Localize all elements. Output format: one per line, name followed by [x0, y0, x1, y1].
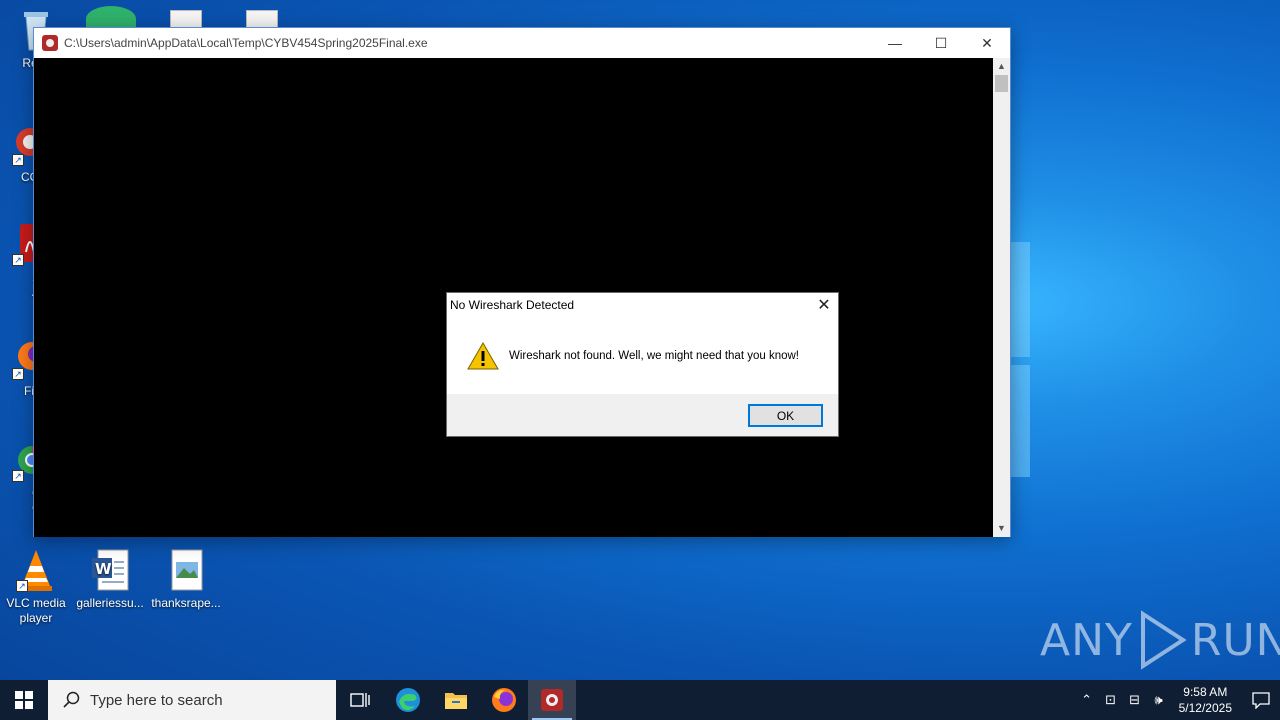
clock-time: 9:58 AM [1183, 685, 1228, 699]
desktop-icon-vlc[interactable]: ↗ VLC media player [0, 548, 74, 626]
window-titlebar[interactable]: C:\Users\admin\AppData\Local\Temp\CYBV45… [34, 28, 1010, 58]
shortcut-arrow-icon: ↗ [16, 580, 28, 592]
taskbar-active-app[interactable] [528, 680, 576, 720]
desktop-icon-label: galleriessu... [76, 596, 144, 610]
app-icon [42, 35, 58, 51]
taskbar-edge[interactable] [384, 680, 432, 720]
close-button[interactable]: ✕ [964, 28, 1010, 58]
app-icon [541, 689, 563, 711]
maximize-button[interactable]: ☐ [918, 28, 964, 58]
shortcut-arrow-icon: ↗ [12, 154, 24, 166]
system-tray: ⌃ ⊡ ⊟ 🕪 9:58 AM 5/12/2025 [1075, 680, 1280, 720]
task-view-button[interactable] [336, 680, 384, 720]
window-title: C:\Users\admin\AppData\Local\Temp\CYBV45… [64, 36, 428, 50]
notification-icon [1252, 692, 1270, 709]
taskbar: Type here to search ⌃ ⊡ ⊟ 🕪 9:58 AM 5/12… [0, 680, 1280, 720]
desktop-icon-label: VLC media player [6, 596, 66, 625]
clock-date: 5/12/2025 [1178, 701, 1232, 715]
shortcut-arrow-icon: ↗ [12, 368, 24, 380]
notifications-button[interactable] [1242, 680, 1280, 720]
message-dialog[interactable]: No Wireshark Detected ✕ Wireshark not fo… [446, 292, 839, 437]
folder-icon [445, 693, 467, 709]
minimize-button[interactable]: — [872, 28, 918, 58]
watermark-text-left: ANY [1040, 614, 1133, 666]
volume-icon[interactable]: 🕪 [1147, 692, 1171, 708]
firefox-icon [492, 688, 516, 712]
shortcut-arrow-icon: ↗ [12, 254, 24, 266]
scrollbar-thumb[interactable] [995, 75, 1008, 92]
shortcut-arrow-icon: ↗ [12, 470, 24, 482]
windows-logo-icon [15, 691, 33, 709]
word-document-icon: W [90, 548, 130, 592]
scroll-up-icon[interactable]: ▲ [993, 58, 1010, 75]
dialog-close-button[interactable]: ✕ [810, 293, 838, 317]
play-logo-icon [1140, 610, 1187, 670]
taskbar-search-box[interactable]: Type here to search [48, 680, 336, 720]
taskbar-firefox[interactable] [480, 680, 528, 720]
svg-text:W: W [95, 560, 112, 578]
dialog-footer: OK [447, 394, 838, 436]
dialog-message: Wireshark not found. Well, we might need… [509, 350, 799, 362]
edge-icon [396, 688, 420, 712]
desktop-icon-thanksrape[interactable]: thanksrape... [148, 548, 224, 611]
anyrun-watermark: ANY RUN [1040, 610, 1280, 670]
vlc-cone-icon: ↗ [16, 548, 56, 592]
watermark-text-right: RUN [1190, 614, 1280, 666]
desktop-icon-label: thanksrape... [151, 596, 221, 610]
dialog-title: No Wireshark Detected [450, 298, 575, 312]
dialog-body: Wireshark not found. Well, we might need… [447, 317, 838, 395]
ok-button[interactable]: OK [748, 404, 823, 427]
task-view-icon [350, 693, 370, 707]
dialog-titlebar[interactable]: No Wireshark Detected ✕ [447, 293, 838, 317]
search-icon [63, 691, 80, 708]
desktop-icon-galleriessu[interactable]: W galleriessu... [72, 548, 148, 611]
taskbar-file-explorer[interactable] [432, 680, 480, 720]
warning-icon [467, 341, 499, 370]
scroll-down-icon[interactable]: ▼ [993, 520, 1010, 537]
network-icon[interactable]: ⊡ [1099, 692, 1123, 708]
console-window[interactable]: C:\Users\admin\AppData\Local\Temp\CYBV45… [33, 27, 1011, 537]
vertical-scrollbar[interactable]: ▲ ▼ [993, 58, 1010, 537]
start-button[interactable] [0, 680, 48, 720]
ethernet-icon[interactable]: ⊟ [1123, 692, 1147, 708]
search-placeholder: Type here to search [90, 691, 223, 709]
system-clock[interactable]: 9:58 AM 5/12/2025 [1179, 684, 1232, 716]
chevron-up-icon[interactable]: ⌃ [1075, 692, 1099, 708]
image-file-icon [166, 548, 206, 592]
